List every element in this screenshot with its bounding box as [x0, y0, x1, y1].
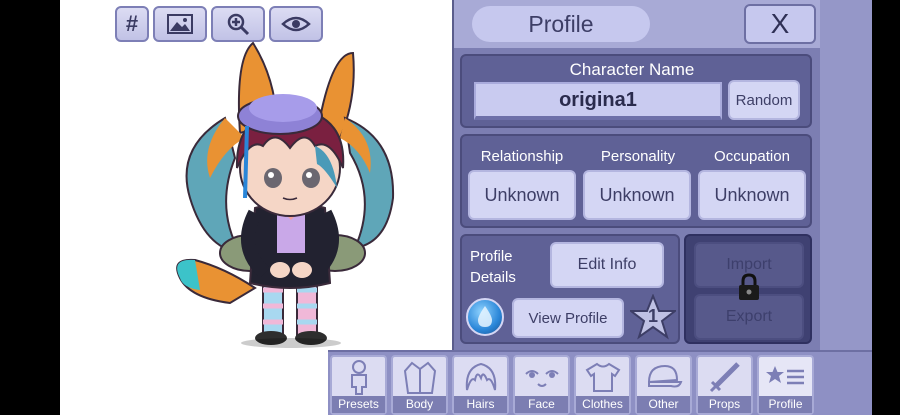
- hair-icon: [465, 362, 496, 390]
- tab-face-label: Face: [515, 396, 568, 413]
- occupation-label: Occupation: [714, 148, 790, 165]
- panel-title: Profile: [472, 6, 650, 42]
- tab-presets-label: Presets: [332, 396, 385, 413]
- view-button[interactable]: [269, 6, 323, 42]
- character-name-label: Character Name: [569, 60, 695, 79]
- tab-profile-label: Profile: [759, 396, 812, 413]
- tab-presets[interactable]: Presets: [330, 355, 387, 415]
- profile-details-section: Profile Details Edit Info View Profile 1: [460, 234, 680, 344]
- character-name-section: Character Name origina1 Random: [460, 54, 812, 128]
- sword-icon: [709, 361, 740, 392]
- import-export-section: Import Export: [684, 234, 812, 344]
- profile-details-label: Profile Details: [470, 248, 516, 286]
- lock-icon: [739, 273, 759, 300]
- view-profile-button[interactable]: View Profile: [512, 298, 624, 338]
- tab-hairs[interactable]: Hairs: [452, 355, 509, 415]
- water-orb-icon[interactable]: [466, 298, 504, 336]
- grid-button[interactable]: #: [115, 6, 149, 42]
- game-stage: # Profile X Character Name origina1 Rand…: [60, 0, 872, 415]
- zoom-in-icon: [227, 13, 250, 36]
- panel-edge: [820, 0, 872, 350]
- tab-clothes[interactable]: Clothes: [574, 355, 631, 415]
- person-icon: [350, 359, 367, 395]
- relationship-label: Relationship: [480, 148, 564, 165]
- traits-section: Relationship Personality Occupation Unkn…: [460, 134, 812, 228]
- tab-other-label: Other: [637, 396, 690, 413]
- tab-face[interactable]: Face: [513, 355, 570, 415]
- image-icon: [167, 14, 193, 34]
- grid-label: #: [125, 11, 139, 36]
- panel-header: Profile X: [454, 0, 822, 48]
- personality-label: Personality: [600, 148, 676, 165]
- cap-icon: [647, 364, 682, 387]
- tab-other[interactable]: Other: [635, 355, 692, 415]
- level-number: 1: [647, 306, 658, 326]
- background-button[interactable]: [153, 6, 207, 42]
- tab-hairs-label: Hairs: [454, 396, 507, 413]
- tab-props[interactable]: Props: [696, 355, 753, 415]
- profile-panel: Profile X Character Name origina1 Random…: [452, 0, 822, 350]
- tab-body[interactable]: Body: [391, 355, 448, 415]
- tab-props-label: Props: [698, 396, 751, 413]
- relationship-button[interactable]: Unknown: [468, 170, 576, 220]
- shirt-icon: [585, 362, 620, 392]
- occupation-button[interactable]: Unknown: [698, 170, 806, 220]
- character-avatar[interactable]: [165, 38, 415, 348]
- tab-clothes-label: Clothes: [576, 396, 629, 413]
- face-icon: [524, 369, 559, 387]
- level-star-badge: 1: [628, 293, 678, 340]
- jacket-icon: [403, 361, 436, 394]
- droplet-icon: [478, 306, 492, 327]
- tab-profile[interactable]: Profile: [757, 355, 814, 415]
- eye-icon: [281, 16, 311, 32]
- category-tab-bar: Presets Body Hairs Face Clothes Other Pr…: [328, 350, 872, 415]
- tab-body-label: Body: [393, 396, 446, 413]
- zoom-button[interactable]: [211, 6, 265, 42]
- personality-button[interactable]: Unknown: [583, 170, 691, 220]
- close-button[interactable]: X: [744, 4, 816, 44]
- random-button[interactable]: Random: [728, 80, 800, 120]
- edit-info-button[interactable]: Edit Info: [550, 242, 664, 288]
- star-list-icon: [765, 365, 804, 384]
- character-name-input[interactable]: origina1: [474, 82, 722, 120]
